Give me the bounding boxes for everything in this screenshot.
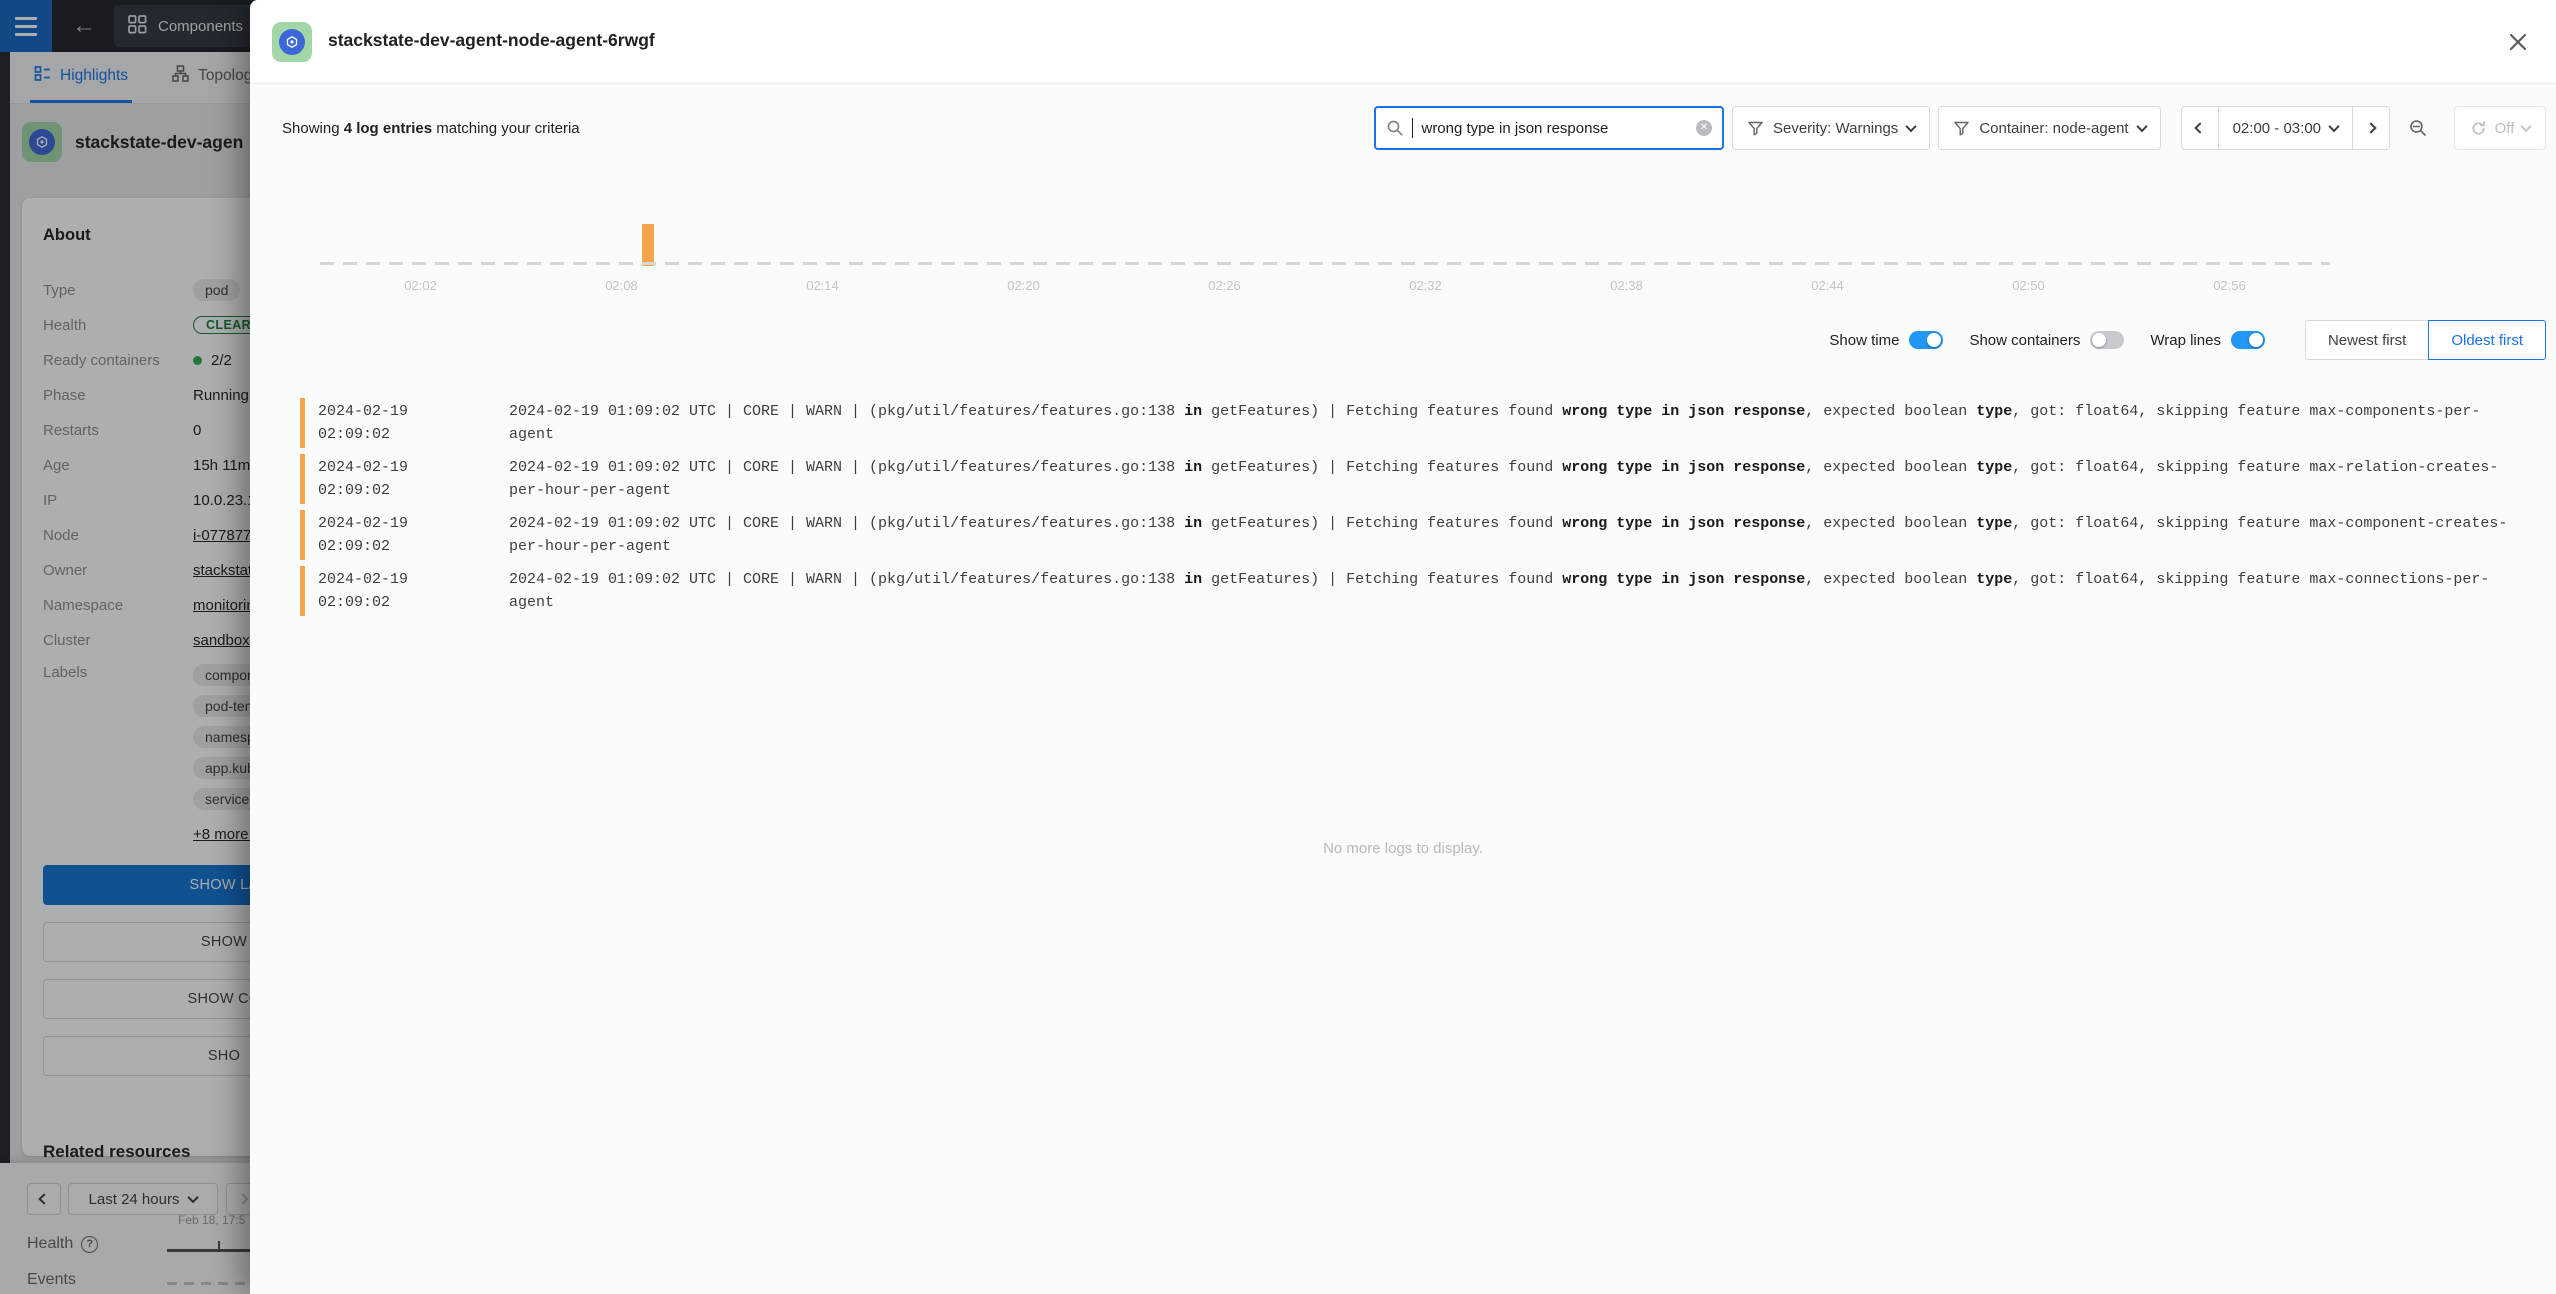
toggles: Show time Show containers Wrap lines [1829, 331, 2265, 349]
toggle-knob [2092, 333, 2106, 347]
next-hour-button[interactable] [2353, 107, 2389, 149]
log-histogram: 02:0202:0802:1402:2002:2602:3202:3802:44… [320, 222, 2330, 298]
chevron-down-icon [2136, 121, 2147, 132]
log-entry: 2024-02-19 02:09:02 2024-02-19 01:09:02 U… [300, 510, 2532, 560]
timeline-tick-label: 02:32 [1325, 278, 1526, 293]
toggle-wrap-lines[interactable]: Wrap lines [2150, 331, 2265, 349]
log-entry: 2024-02-19 02:09:02 2024-02-19 01:09:02 U… [300, 398, 2532, 448]
toggle-knob [2249, 333, 2263, 347]
timeline-tick-label: 02:20 [923, 278, 1124, 293]
refresh-icon [2470, 120, 2487, 137]
close-button[interactable] [2504, 28, 2532, 56]
log-entry: 2024-02-19 02:09:02 2024-02-19 01:09:02 U… [300, 566, 2532, 616]
log-controls: wrong type in json response ✕ Severity: … [1374, 106, 2546, 150]
zoom-out-button[interactable] [2398, 106, 2438, 150]
histogram-bar[interactable] [642, 224, 654, 266]
timeline-tick-label: 02:26 [1124, 278, 1325, 293]
chevron-left-icon [2194, 122, 2205, 133]
end-of-logs-message: No more logs to display. [250, 840, 2556, 857]
container-filter-button[interactable]: Container: node-agent [1938, 106, 2160, 150]
modal-header: stackstate-dev-agent-node-agent-6rwgf [250, 0, 2556, 84]
timeline-tick-label: 02:38 [1526, 278, 1727, 293]
search-icon [1386, 119, 1404, 137]
chevron-right-icon [2365, 122, 2376, 133]
log-entry: 2024-02-19 02:09:02 2024-02-19 01:09:02 U… [300, 454, 2532, 504]
funnel-icon [1953, 120, 1970, 137]
toggle-label: Show containers [1969, 332, 2080, 349]
sort-group: Newest firstOldest first [2305, 320, 2546, 360]
auto-refresh-button[interactable]: Off [2454, 106, 2546, 150]
log-timestamp: 2024-02-19 02:09:02 [318, 400, 489, 446]
close-icon [2508, 32, 2528, 52]
log-timestamp: 2024-02-19 02:09:02 [318, 512, 489, 558]
time-range-group: 02:00 - 03:00 [2181, 106, 2390, 150]
timeline-ticks: 02:0202:0802:1402:2002:2602:3202:3802:44… [320, 278, 2330, 293]
sort-newest-first-button[interactable]: Newest first [2305, 320, 2429, 360]
timeline-tick-label: 02:50 [1928, 278, 2129, 293]
toggle-switch[interactable] [2090, 331, 2124, 349]
zoom-out-icon [2408, 118, 2428, 138]
log-message: 2024-02-19 01:09:02 UTC | CORE | WARN | … [509, 512, 2514, 558]
logs-modal: stackstate-dev-agent-node-agent-6rwgf Sh… [250, 0, 2556, 1294]
sort-oldest-first-button[interactable]: Oldest first [2428, 320, 2546, 360]
log-list: 2024-02-19 02:09:02 2024-02-19 01:09:02 U… [300, 398, 2532, 622]
chevron-down-icon [2521, 121, 2532, 132]
toggle-switch[interactable] [2231, 331, 2265, 349]
pod-icon [272, 22, 312, 62]
hour-range-select[interactable]: 02:00 - 03:00 [2219, 107, 2353, 149]
timeline-tick-label: 02:44 [1727, 278, 1928, 293]
timeline-tick-label: 02:14 [722, 278, 923, 293]
text-caret [1412, 118, 1414, 138]
toggle-switch[interactable] [1909, 331, 1943, 349]
toggle-knob [1927, 333, 1941, 347]
toggle-show-time[interactable]: Show time [1829, 331, 1943, 349]
chevron-down-icon [2328, 121, 2339, 132]
toggle-show-containers[interactable]: Show containers [1969, 331, 2124, 349]
search-text: wrong type in json response [1421, 120, 1608, 137]
log-timestamp: 2024-02-19 02:09:02 [318, 456, 489, 502]
log-timestamp: 2024-02-19 02:09:02 [318, 568, 489, 614]
clear-search-button[interactable]: ✕ [1696, 120, 1712, 136]
toggle-label: Wrap lines [2150, 332, 2221, 349]
toggle-label: Show time [1829, 332, 1899, 349]
severity-filter-button[interactable]: Severity: Warnings [1732, 106, 1930, 150]
timeline-tick-label: 02:56 [2129, 278, 2330, 293]
log-message: 2024-02-19 01:09:02 UTC | CORE | WARN | … [509, 568, 2514, 614]
previous-hour-button[interactable] [2182, 107, 2219, 149]
refresh-state-label: Off [2495, 120, 2515, 137]
modal-title: stackstate-dev-agent-node-agent-6rwgf [328, 30, 655, 51]
histogram-baseline [320, 262, 2330, 265]
log-message: 2024-02-19 01:09:02 UTC | CORE | WARN | … [509, 400, 2514, 446]
log-search-input[interactable]: wrong type in json response ✕ [1374, 106, 1724, 150]
chevron-down-icon [1906, 121, 1917, 132]
hour-range-label: 02:00 - 03:00 [2233, 120, 2321, 137]
timeline-tick-label: 02:08 [521, 278, 722, 293]
log-message: 2024-02-19 01:09:02 UTC | CORE | WARN | … [509, 456, 2514, 502]
log-count-summary: Showing 4 log entries matching your crit… [282, 120, 580, 137]
funnel-icon [1747, 120, 1764, 137]
timeline-tick-label: 02:02 [320, 278, 521, 293]
